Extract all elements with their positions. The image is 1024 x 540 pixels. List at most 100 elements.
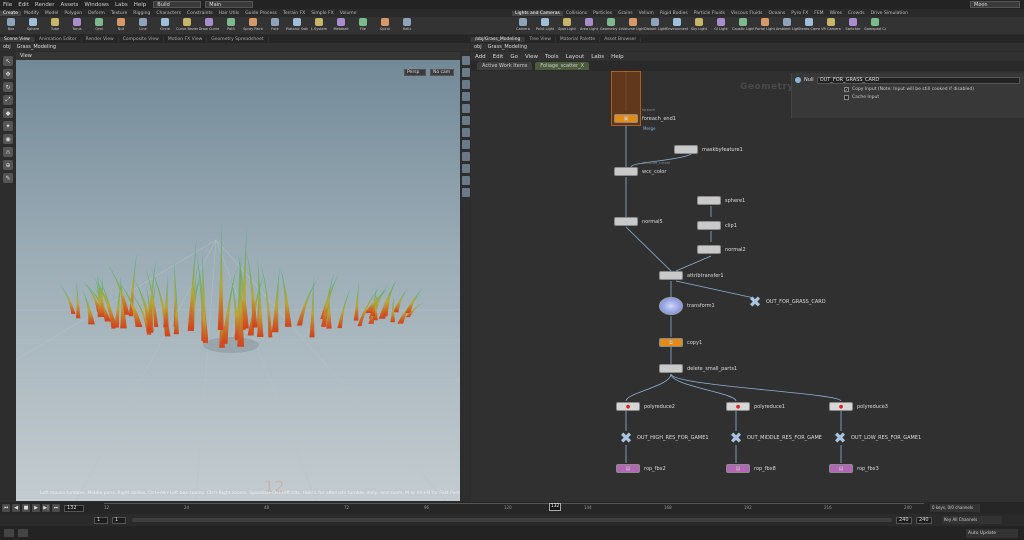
tool-font[interactable]: Font xyxy=(264,18,286,31)
node-rop-fbx[interactable]: ▤ rop_fbx8 xyxy=(726,464,776,473)
first-frame-icon[interactable]: ⏮ xyxy=(2,504,10,512)
net-menu-labs[interactable]: Labs xyxy=(591,54,604,60)
tool-camera[interactable]: Camera xyxy=(512,18,534,31)
tool-distant-light[interactable]: Distant Light xyxy=(644,18,666,31)
node-out-high-res[interactable]: ✖ OUT_HIGH_RES_FOR_GAME1 xyxy=(618,431,709,446)
shelf-tab-viscous-fluids[interactable]: Viscous Fluids xyxy=(728,11,766,16)
shelf-tab-modify[interactable]: Modify xyxy=(21,11,42,16)
snap-icon[interactable]: ⊕ xyxy=(3,160,13,170)
node-normal[interactable]: ↑ normal5 xyxy=(614,217,663,226)
current-frame-field[interactable]: 132 xyxy=(64,504,84,512)
tool-platonic-solids[interactable]: Platonic Solids xyxy=(286,18,308,31)
net-menu-edit[interactable]: Edit xyxy=(493,54,504,60)
node-polyreduce1[interactable]: ● polyreduce1 xyxy=(726,402,785,411)
tool-grid[interactable]: Grid xyxy=(88,18,110,31)
play-icon[interactable]: ▶ xyxy=(32,504,40,512)
range-end-field[interactable]: 240 xyxy=(916,516,932,524)
tool-l-system[interactable]: L-System xyxy=(308,18,330,31)
pane-tab-composite-view[interactable]: Composite View xyxy=(119,36,164,42)
pane-tab-asset-browser[interactable]: Asset Browser xyxy=(600,36,642,42)
path-grass-modeling[interactable]: Grass_Modeling xyxy=(17,44,56,50)
tool-volume-light[interactable]: Volume Light xyxy=(622,18,644,31)
node-out-low-res[interactable]: ✖ OUT_LOW_RES_FOR_GAME1 xyxy=(832,431,921,446)
tool-metaball[interactable]: Metaball xyxy=(330,18,352,31)
shelf-tab-model[interactable]: Model xyxy=(42,11,62,16)
range-start-field[interactable]: 1 xyxy=(94,516,108,524)
tool-sphere[interactable]: Sphere xyxy=(22,18,44,31)
tool-sky-light[interactable]: Sky Light xyxy=(688,18,710,31)
tool-switcher[interactable]: Switcher xyxy=(842,18,864,31)
active-work-items-tab[interactable]: Active Work Items xyxy=(477,62,533,70)
tool-curve-bezier[interactable]: Curve Bezier xyxy=(176,18,198,31)
menu-windows[interactable]: Windows xyxy=(81,2,112,8)
pane-tab-geometry-spreadsheet[interactable]: Geometry Spreadsheet xyxy=(207,36,269,42)
stop-icon[interactable]: ■ xyxy=(22,504,30,512)
node-rop-fbx2[interactable]: ▤ rop_fbx2 xyxy=(616,464,666,473)
network-canvas[interactable]: ▣ foreach_end1 foreach Merge ◐ maskbyfeatur… xyxy=(471,71,1024,502)
shelf-tab-create[interactable]: Create xyxy=(0,10,21,16)
wireframe-icon[interactable] xyxy=(461,68,470,77)
isolate-icon[interactable] xyxy=(461,176,470,185)
shelf-tab-characters[interactable]: Characters xyxy=(153,11,184,16)
tool-geometry-light[interactable]: Geometry Light xyxy=(600,18,622,31)
node-attribtransfer[interactable]: ⇄ attribtransfer1 xyxy=(659,271,724,280)
shelf-tab-particle-fluids[interactable]: Particle Fluids xyxy=(691,11,728,16)
shelf-tab-guide-process[interactable]: Guide Process xyxy=(242,11,280,16)
copy-input-checkbox[interactable]: ✓ xyxy=(844,87,849,92)
scale-tool-icon[interactable]: ⤢ xyxy=(3,95,13,105)
node-foreach-end[interactable]: ▣ foreach_end1 foreach xyxy=(614,108,676,123)
normals-icon[interactable] xyxy=(461,104,470,113)
shelf-tab-wires[interactable]: Wires xyxy=(827,11,845,16)
pane-tab-tree-view[interactable]: Tree View xyxy=(525,36,556,42)
node-wcc-color[interactable]: ≡ wcc_color attribute_create xyxy=(614,161,670,176)
tool-path[interactable]: Path xyxy=(220,18,242,31)
tool-file[interactable]: File xyxy=(352,18,374,31)
timeline-scrub[interactable]: 12 24 48 72 96 120 144 168 192 216 240 132 xyxy=(104,503,924,513)
shelf-tab-collisions[interactable]: Collisions xyxy=(563,11,590,16)
view-tool-icon[interactable]: ◉ xyxy=(3,134,13,144)
node-clip[interactable]: ◧ clip1 xyxy=(697,221,737,230)
camera-icon[interactable] xyxy=(461,128,470,137)
magnet-icon[interactable]: ∩ xyxy=(3,147,13,157)
pane-tab-obj-grass-modeling[interactable]: /obj/Grass_Modeling xyxy=(471,36,526,42)
audio-icon[interactable] xyxy=(4,529,14,537)
pane-tab-scene-view[interactable]: Scene View xyxy=(0,36,35,42)
cache-input-checkbox[interactable] xyxy=(844,95,849,100)
path-obj[interactable]: obj xyxy=(3,44,11,50)
scene-viewport[interactable]: 12 Persp No cam xyxy=(16,60,460,501)
node-delete-small[interactable]: ✂ delete_small_parts1 xyxy=(659,364,737,373)
path-grass-modeling[interactable]: Grass_Modeling xyxy=(488,44,527,50)
next-key-icon[interactable]: ▶| xyxy=(42,504,50,512)
shelf-tab-volume[interactable]: Volume xyxy=(337,11,360,16)
node-rop-fbx3[interactable]: ▤ rop_fbx3 xyxy=(829,464,879,473)
node-polyreduce3[interactable]: ● polyreduce3 xyxy=(829,402,888,411)
shelf-tab-particles[interactable]: Particles xyxy=(590,11,615,16)
shelf-tab-texture[interactable]: Texture xyxy=(108,11,130,16)
node-out-middle-res[interactable]: ✖ OUT_MIDDLE_RES_FOR_GAME xyxy=(728,431,822,446)
handle-tool-icon[interactable]: ◆ xyxy=(3,108,13,118)
pane-tab-animation-editor[interactable]: Animation Editor xyxy=(35,36,82,42)
ghost-icon[interactable] xyxy=(461,164,470,173)
tool-tube[interactable]: Tube xyxy=(44,18,66,31)
net-menu-help[interactable]: Help xyxy=(611,54,624,60)
tool-torus[interactable]: Torus xyxy=(66,18,88,31)
shelf-tab-rigging[interactable]: Rigging xyxy=(130,11,153,16)
shelf-tab-vellum[interactable]: Vellum xyxy=(636,11,657,16)
shelf-tab-grains[interactable]: Grains xyxy=(615,11,636,16)
brush-icon[interactable]: ✎ xyxy=(3,173,13,183)
tool-environment-light[interactable]: Environment Light xyxy=(666,18,688,31)
points-icon[interactable] xyxy=(461,92,470,101)
tool-spot-light[interactable]: Spot Light xyxy=(556,18,578,31)
desktop-build-dropdown[interactable]: Build xyxy=(153,1,202,8)
net-menu-view[interactable]: View xyxy=(525,54,538,60)
shelf-tab-fem[interactable]: FEM xyxy=(811,11,826,16)
grid-icon[interactable] xyxy=(461,140,470,149)
shelf-tab-drive-simulation[interactable]: Drive Simulation xyxy=(868,11,911,16)
playback-end-field[interactable]: 240 xyxy=(896,516,912,524)
rotate-tool-icon[interactable]: ↻ xyxy=(3,82,13,92)
tool-gamepad-camera[interactable]: Gamepad Camera xyxy=(864,18,886,31)
select-tool-icon[interactable]: ↖ xyxy=(3,56,13,66)
transform-tool-icon[interactable]: ✥ xyxy=(3,69,13,79)
net-menu-go[interactable]: Go xyxy=(510,54,518,60)
keyframe-icon[interactable] xyxy=(18,529,28,537)
